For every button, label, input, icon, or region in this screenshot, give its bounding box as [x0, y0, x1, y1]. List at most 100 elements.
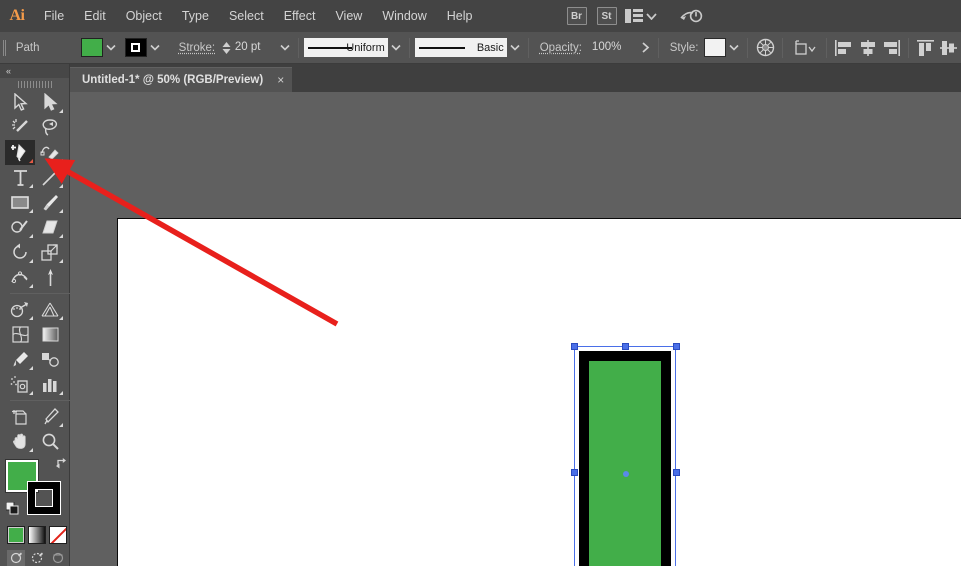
menu-bar-right-group: Br St — [566, 7, 703, 25]
symbol-sprayer-tool[interactable] — [5, 372, 35, 397]
graphic-style-swatch[interactable] — [704, 38, 727, 57]
brush-definition-label: Basic — [476, 41, 504, 54]
none-mode-button[interactable] — [49, 526, 67, 544]
tool-flyout-indicator — [59, 316, 63, 320]
paintbrush-tool[interactable] — [35, 190, 65, 215]
opacity-label[interactable]: Opacity: — [534, 42, 588, 54]
fill-control[interactable] — [80, 38, 119, 57]
menu-file[interactable]: File — [34, 0, 74, 32]
brush-definition-box[interactable]: Basic — [414, 38, 507, 57]
draw-normal-button[interactable] — [7, 550, 25, 566]
divider — [782, 37, 783, 58]
artboard-tool[interactable] — [5, 404, 35, 429]
graphic-style-chevron-icon[interactable] — [726, 38, 742, 57]
magic-wand-tool[interactable] — [5, 115, 35, 140]
search-adobe-stock-icon[interactable] — [665, 7, 703, 25]
opacity-input[interactable]: 100% — [587, 38, 639, 57]
handle-middle-right[interactable] — [673, 469, 680, 476]
perspective-grid-tool[interactable] — [35, 297, 65, 322]
stock-button[interactable]: St — [596, 7, 617, 25]
menu-edit[interactable]: Edit — [74, 0, 116, 32]
swap-fill-stroke-icon[interactable] — [55, 456, 68, 474]
menu-type[interactable]: Type — [172, 0, 219, 32]
column-graph-tool[interactable] — [35, 372, 65, 397]
stroke-swatch[interactable] — [124, 38, 147, 57]
tool-flyout-indicator — [29, 159, 33, 163]
stroke-weight-chevron-icon[interactable] — [277, 38, 293, 57]
menu-select[interactable]: Select — [219, 0, 274, 32]
close-icon[interactable]: × — [277, 74, 284, 86]
menu-help[interactable]: Help — [437, 0, 483, 32]
rectangle-tool[interactable] — [5, 190, 35, 215]
width-profile-preview-icon — [307, 47, 352, 49]
selection-tool[interactable] — [5, 90, 35, 115]
workspace-switcher[interactable] — [619, 7, 663, 25]
type-tool[interactable] — [5, 165, 35, 190]
handle-top-right[interactable] — [673, 343, 680, 350]
menu-view[interactable]: View — [325, 0, 372, 32]
shape-builder-tool[interactable] — [5, 297, 35, 322]
width-profile-box[interactable]: Uniform — [303, 38, 388, 57]
control-bar-grip[interactable] — [0, 32, 10, 64]
canvas-area[interactable] — [70, 92, 961, 566]
tools-panel-grip[interactable] — [0, 78, 69, 90]
width-profile-chevron-icon[interactable] — [388, 38, 404, 57]
draw-inside-button[interactable] — [49, 550, 67, 566]
align-right-icon[interactable] — [879, 36, 903, 60]
graphic-style-control[interactable] — [704, 38, 742, 57]
default-fill-stroke-icon[interactable] — [5, 501, 19, 520]
stroke-weight-stepper[interactable] — [221, 38, 232, 57]
draw-behind-button[interactable] — [28, 550, 46, 566]
align-vertical-center-icon[interactable] — [938, 36, 961, 60]
brush-definition-control[interactable]: Basic — [414, 38, 523, 57]
transform-icon[interactable] — [788, 36, 821, 60]
line-segment-tool[interactable] — [35, 165, 65, 190]
toolbar-stroke-swatch[interactable] — [28, 482, 60, 514]
handle-middle-left[interactable] — [571, 469, 578, 476]
eraser-tool[interactable] — [35, 215, 65, 240]
curvature-tool[interactable] — [35, 140, 65, 165]
rotate-tool[interactable] — [5, 240, 35, 265]
collapse-panel-icon[interactable]: « — [6, 65, 11, 77]
lasso-tool[interactable] — [35, 115, 65, 140]
gradient-mode-button[interactable] — [28, 526, 46, 544]
direct-selection-tool[interactable] — [35, 90, 65, 115]
eyedropper-tool[interactable] — [5, 347, 35, 372]
menu-window[interactable]: Window — [372, 0, 436, 32]
stroke-dropdown-chevron-icon[interactable] — [147, 38, 163, 57]
stroke-color-control[interactable] — [124, 38, 163, 57]
opacity-expand-arrow-icon[interactable] — [639, 38, 653, 57]
hand-tool[interactable] — [5, 429, 35, 454]
stroke-weight-label[interactable]: Stroke: — [173, 42, 221, 54]
width-profile-control[interactable]: Uniform — [303, 38, 404, 57]
mesh-tool[interactable] — [5, 322, 35, 347]
brush-preview-icon — [418, 47, 465, 49]
document-tab[interactable]: Untitled-1* @ 50% (RGB/Preview) × — [70, 67, 293, 92]
fill-swatch[interactable] — [80, 38, 103, 57]
handle-top-left[interactable] — [571, 343, 578, 350]
menu-effect[interactable]: Effect — [274, 0, 326, 32]
slice-tool[interactable] — [35, 404, 65, 429]
bridge-button[interactable]: Br — [566, 7, 587, 25]
width-tool[interactable] — [5, 265, 35, 290]
align-top-icon[interactable] — [914, 36, 938, 60]
artboard[interactable] — [117, 218, 961, 566]
recolor-artwork-icon[interactable] — [753, 36, 777, 60]
align-horizontal-center-icon[interactable] — [856, 36, 880, 60]
scale-tool[interactable] — [35, 240, 65, 265]
green-rectangle[interactable] — [579, 351, 671, 566]
menu-object[interactable]: Object — [116, 0, 172, 32]
pen-tool[interactable] — [5, 140, 35, 165]
zoom-tool[interactable] — [35, 429, 65, 454]
tool-flyout-indicator — [29, 259, 33, 263]
handle-top-center[interactable] — [622, 343, 629, 350]
brush-definition-chevron-icon[interactable] — [507, 38, 523, 57]
free-transform-tool[interactable] — [35, 265, 65, 290]
blend-tool[interactable] — [35, 347, 65, 372]
shaper-tool[interactable] — [5, 215, 35, 240]
stroke-weight-input[interactable]: 20 pt — [231, 38, 278, 57]
color-mode-button[interactable] — [7, 526, 25, 544]
align-left-icon[interactable] — [832, 36, 856, 60]
fill-dropdown-chevron-icon[interactable] — [103, 38, 119, 57]
gradient-tool[interactable] — [35, 322, 65, 347]
